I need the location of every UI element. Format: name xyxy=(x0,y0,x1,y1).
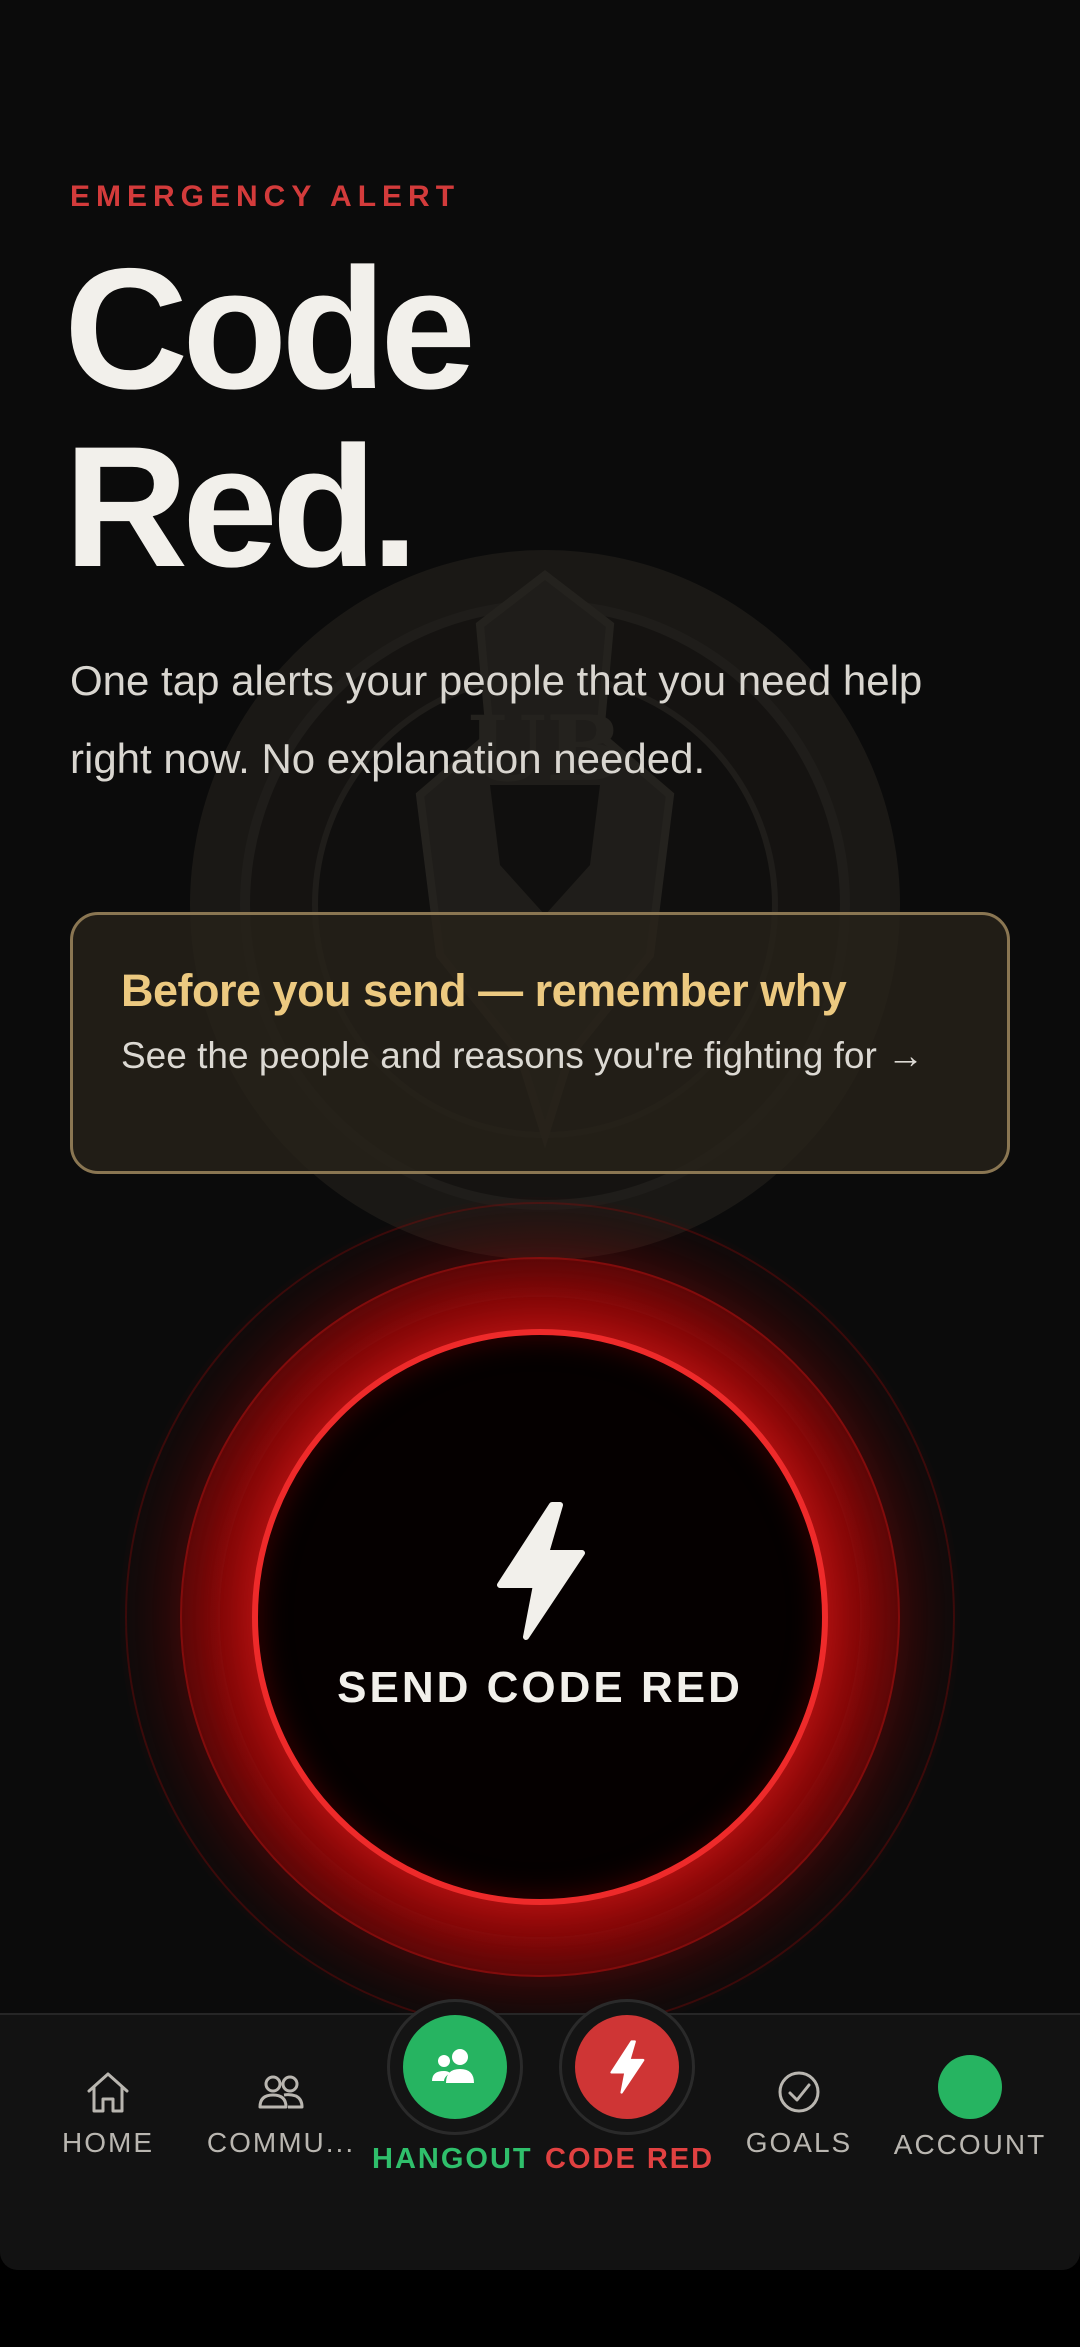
tab-goals[interactable]: GOALS xyxy=(724,2015,874,2159)
description-text: One tap alerts your people that you need… xyxy=(70,657,923,782)
tab-goals-label: GOALS xyxy=(745,2127,853,2158)
tab-code-red[interactable] xyxy=(559,1999,695,2135)
remember-card-title: Before you send — remember why xyxy=(121,965,847,1016)
people-icon xyxy=(432,2049,474,2083)
avatar xyxy=(938,2055,1002,2119)
tab-account[interactable]: ACCOUNT xyxy=(878,2015,1062,2161)
tab-hangout[interactable] xyxy=(387,1999,523,2135)
hangout-fab xyxy=(403,2015,507,2119)
code-red-screen: UB EMERGENCY ALERT Code Red. One tap ale… xyxy=(0,0,1080,2270)
bottom-tab-bar: HOME COMMU... HANGOUT CODE RED GOALS ACC… xyxy=(0,1999,1080,2270)
code-red-fab xyxy=(575,2015,679,2119)
home-icon xyxy=(87,2072,129,2113)
tab-hangout-label: HANGOUT xyxy=(372,2143,533,2175)
lightning-bolt-icon xyxy=(497,1502,585,1640)
title-line-2: Red. xyxy=(64,411,419,603)
tab-community[interactable]: COMMU... xyxy=(196,2015,366,2159)
tab-account-label: ACCOUNT xyxy=(893,2129,1047,2160)
tab-home-label: HOME xyxy=(62,2127,154,2158)
remember-card-subtitle: See the people and reasons you're fighti… xyxy=(121,1035,925,1076)
eyebrow-label: EMERGENCY ALERT xyxy=(70,180,461,213)
remember-why-card[interactable]: Before you send — remember why See the p… xyxy=(70,912,1010,1174)
send-code-red-button[interactable]: SEND CODE RED xyxy=(252,1329,828,1905)
send-code-red-label: SEND CODE RED xyxy=(337,1663,743,1712)
community-icon xyxy=(258,2075,304,2109)
check-circle-icon xyxy=(778,2071,820,2113)
title-line-1: Code xyxy=(64,233,476,425)
lightning-bolt-icon xyxy=(610,2040,645,2094)
tab-code-red-label: CODE RED xyxy=(545,2143,715,2175)
tab-home[interactable]: HOME xyxy=(38,2015,178,2159)
page-title: Code Red. xyxy=(64,233,476,603)
tab-community-label: COMMU... xyxy=(206,2127,356,2158)
